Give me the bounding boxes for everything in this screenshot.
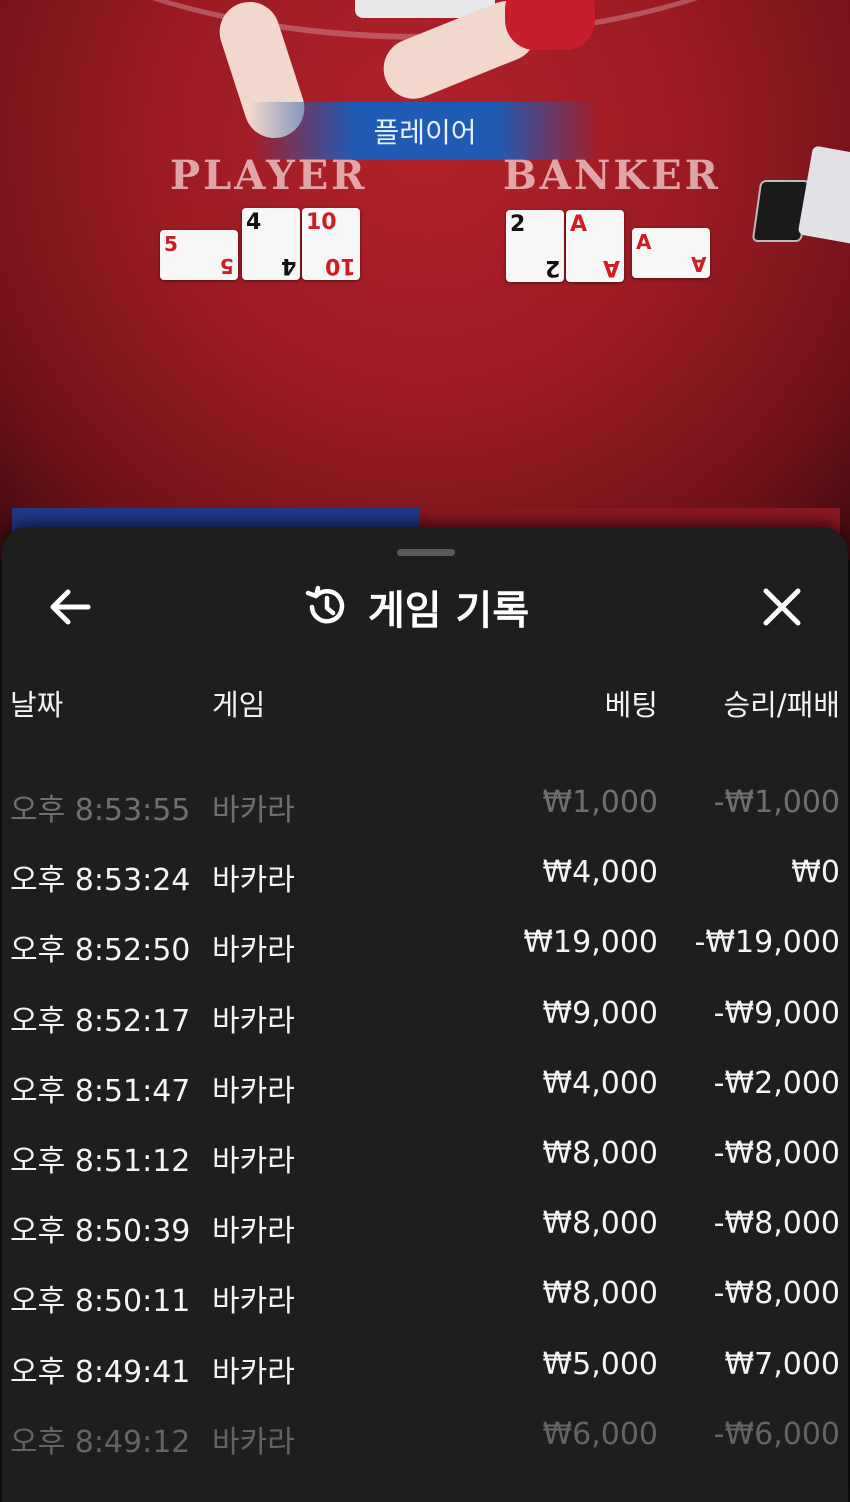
sheet-title: 게임 기록	[368, 588, 530, 634]
row-time: 오후 8:50:11	[10, 1284, 191, 1320]
row-result: -₩19,000	[694, 925, 840, 961]
row-time: 오후 8:51:12	[10, 1143, 191, 1179]
row-bet: ₩5,000	[542, 1346, 658, 1382]
row-game: 바카라	[212, 793, 295, 828]
row-bet: ₩19,000	[523, 925, 658, 961]
game-history-sheet: 게임 기록 날짜 게임 베팅 승리/패배 오후 8:53:55 바카라 ₩1,0…	[2, 527, 848, 1502]
back-button[interactable]	[42, 579, 98, 635]
row-bet: ₩8,000	[542, 1206, 658, 1242]
sheet-header: 게임 기록	[2, 567, 848, 647]
banker-card-2: A A	[566, 210, 624, 282]
player-card-2: 4 4	[242, 208, 300, 280]
row-time: 오후 8:53:24	[10, 863, 191, 899]
player-card-3: 10 10	[302, 208, 360, 280]
close-button[interactable]	[754, 579, 810, 635]
column-header-date: 날짜	[10, 688, 64, 722]
table-row[interactable]: 오후 8:50:39 바카라 ₩8,000 -₩8,000	[2, 1188, 848, 1258]
banker-card-3: A A	[632, 228, 710, 278]
row-result: -₩8,000	[713, 1276, 840, 1312]
discard-tray	[797, 145, 850, 245]
player-side-label: PLAYER	[170, 152, 368, 199]
row-bet: ₩4,000	[542, 1065, 658, 1101]
row-time: 오후 8:52:50	[10, 933, 191, 969]
row-time: 오후 8:51:47	[10, 1073, 191, 1109]
row-time: 오후 8:49:12	[10, 1424, 191, 1460]
row-result: ₩0	[791, 855, 840, 891]
player-card-1: 5 5	[160, 230, 238, 280]
row-game: 바카라	[212, 1214, 295, 1250]
banker-card-1: 2 2	[506, 210, 564, 282]
row-time: 오후 8:53:55	[10, 793, 191, 828]
sheet-title-group: 게임 기록	[302, 577, 529, 637]
history-table-body[interactable]: 오후 8:53:55 바카라 ₩1,000 -₩1,000 오후 8:53:24…	[2, 767, 848, 1469]
row-game: 바카라	[212, 1143, 295, 1179]
row-result: -₩6,000	[713, 1416, 840, 1452]
sheet-drag-handle[interactable]	[397, 549, 455, 556]
close-x-icon	[763, 588, 801, 626]
table-row[interactable]: 오후 8:52:50 바카라 ₩19,000 -₩19,000	[2, 907, 848, 977]
column-header-bet: 베팅	[604, 688, 658, 722]
row-time: 오후 8:49:41	[10, 1354, 191, 1390]
row-bet: ₩1,000	[542, 785, 658, 820]
row-game: 바카라	[212, 1424, 295, 1460]
row-bet: ₩8,000	[542, 1276, 658, 1312]
table-row[interactable]: 오후 8:50:11 바카라 ₩8,000 -₩8,000	[2, 1258, 848, 1328]
table-row[interactable]: 오후 8:49:41 바카라 ₩5,000 ₩7,000	[2, 1329, 848, 1399]
row-game: 바카라	[212, 1284, 295, 1320]
row-game: 바카라	[212, 1073, 295, 1109]
row-result: -₩2,000	[713, 1065, 840, 1101]
table-row[interactable]: 오후 8:49:12 바카라 ₩6,000 -₩6,000	[2, 1399, 848, 1469]
live-baccarat-table: 플레이어 PLAYER BANKER 5 5 4 4 10 10 2 2 A A…	[0, 0, 850, 560]
table-row[interactable]: 오후 8:51:12 바카라 ₩8,000 -₩8,000	[2, 1118, 848, 1188]
column-header-result: 승리/패배	[723, 688, 841, 722]
arrow-left-icon	[50, 589, 91, 625]
history-clock-icon	[305, 585, 345, 624]
row-game: 바카라	[212, 933, 295, 969]
row-game: 바카라	[212, 1003, 295, 1039]
row-bet: ₩4,000	[542, 855, 658, 891]
row-game: 바카라	[212, 863, 295, 899]
history-table-header: 날짜 게임 베팅 승리/패배	[2, 682, 848, 726]
row-time: 오후 8:50:39	[10, 1214, 191, 1250]
banker-side-label: BANKER	[503, 152, 721, 199]
row-bet: ₩6,000	[542, 1416, 658, 1452]
dealer-sleeve	[505, 0, 595, 50]
row-bet: ₩8,000	[542, 1135, 658, 1171]
row-result: -₩1,000	[713, 785, 840, 820]
row-game: 바카라	[212, 1354, 295, 1390]
column-header-game: 게임	[212, 688, 266, 722]
row-result: -₩8,000	[713, 1135, 840, 1171]
row-result: -₩9,000	[713, 995, 840, 1031]
table-row[interactable]: 오후 8:51:47 바카라 ₩4,000 -₩2,000	[2, 1048, 848, 1118]
row-time: 오후 8:52:17	[10, 1003, 191, 1039]
table-row[interactable]: 오후 8:52:17 바카라 ₩9,000 -₩9,000	[2, 978, 848, 1048]
row-result: -₩8,000	[713, 1206, 840, 1242]
table-row[interactable]: 오후 8:53:24 바카라 ₩4,000 ₩0	[2, 837, 848, 907]
row-result: ₩7,000	[724, 1346, 840, 1382]
table-row[interactable]: 오후 8:53:55 바카라 ₩1,000 -₩1,000	[2, 767, 848, 837]
row-bet: ₩9,000	[542, 995, 658, 1031]
